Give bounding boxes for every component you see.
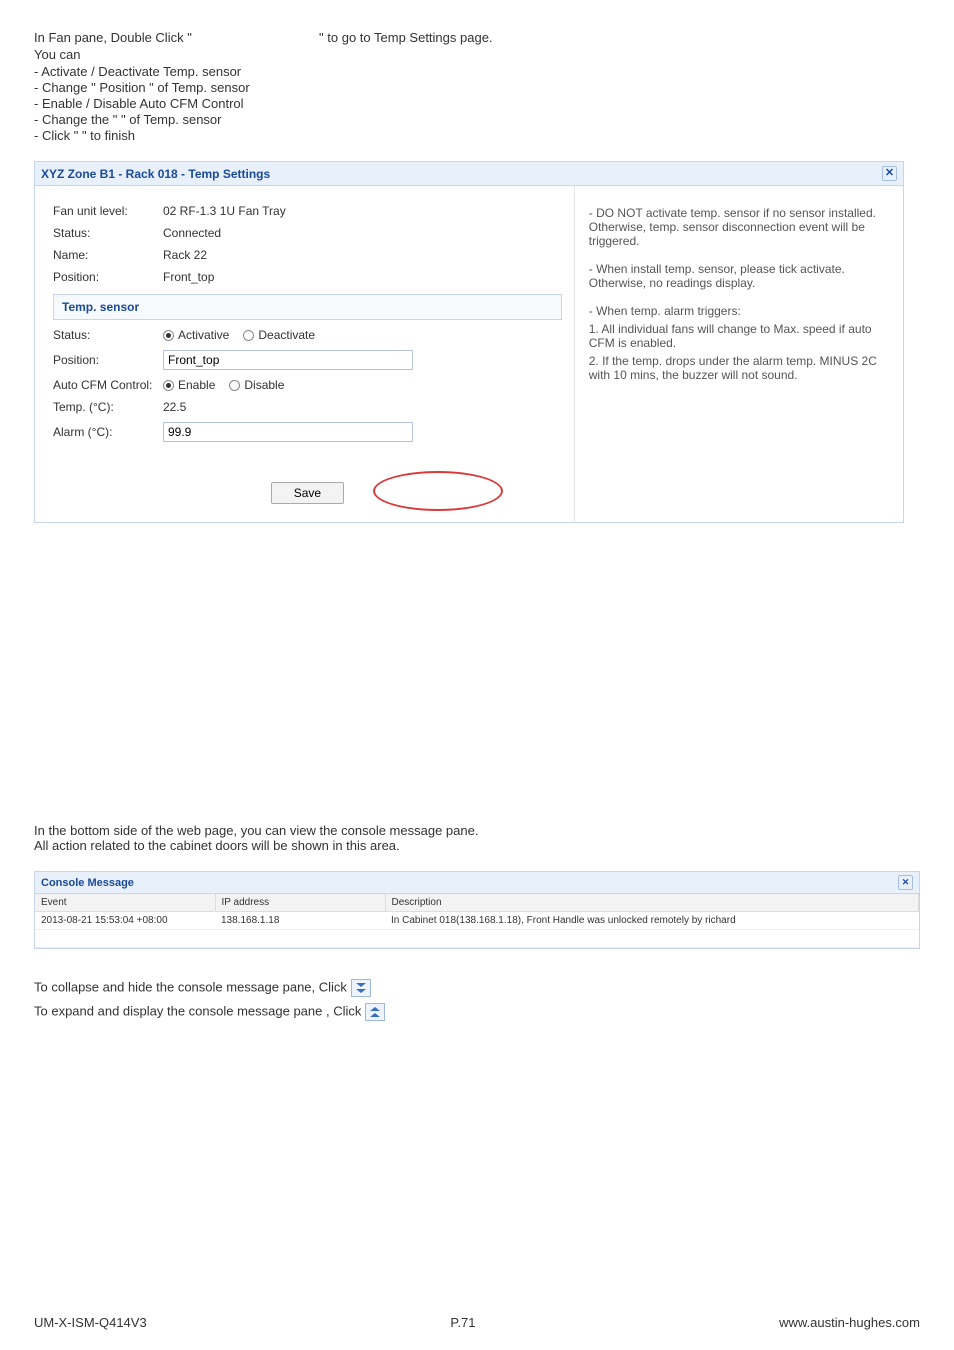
console-intro: In the bottom side of the web page, you …: [34, 823, 920, 853]
col-ip: IP address: [215, 894, 385, 912]
footer-left: UM-X-ISM-Q414V3: [34, 1315, 147, 1330]
bullet-item: - Activate / Deactivate Temp. sensor: [34, 64, 920, 79]
sensor-status-row: Status: Activative Deactivate: [53, 328, 562, 342]
page-footer: UM-X-ISM-Q414V3 P.71 www.austin-hughes.c…: [34, 1315, 920, 1330]
save-button[interactable]: Save: [271, 482, 344, 504]
radio-label: Deactivate: [258, 328, 315, 342]
bullet-item: - Enable / Disable Auto CFM Control: [34, 96, 920, 111]
radio-disable[interactable]: Disable: [229, 378, 284, 392]
cell-ip: 138.168.1.18: [215, 912, 385, 930]
console-title-text: Console Message: [41, 877, 134, 889]
field-status: Status: Connected: [53, 226, 562, 240]
alarm-row: Alarm (°C):: [53, 422, 562, 442]
temp-settings-dialog: XYZ Zone B1 - Rack 018 - Temp Settings ✕…: [34, 161, 904, 523]
expand-instruction: To expand and display the console messag…: [34, 1003, 920, 1021]
field-value: Front_top: [163, 270, 562, 284]
tempc-row: Temp. (°C): 22.5: [53, 400, 562, 414]
dialog-titlebar: XYZ Zone B1 - Rack 018 - Temp Settings ✕: [35, 162, 903, 186]
body-text: To collapse and hide the console message…: [34, 979, 351, 994]
note-text: 2. If the temp. drops under the alarm te…: [589, 354, 889, 382]
tempc-value: 22.5: [163, 400, 562, 414]
field-value: Rack 22: [163, 248, 562, 262]
sensor-position-input[interactable]: [163, 350, 413, 370]
cell-event: 2013-08-21 15:53:04 +08:00: [35, 912, 215, 930]
field-position: Position: Front_top: [53, 270, 562, 284]
body-text: To expand and display the console messag…: [34, 1003, 365, 1018]
note-text: - When install temp. sensor, please tick…: [589, 262, 889, 290]
radio-label: Activative: [178, 328, 229, 342]
col-event: Event: [35, 894, 215, 912]
field-label: Status:: [53, 226, 163, 240]
radio-deactivate[interactable]: Deactivate: [243, 328, 315, 342]
radio-enable[interactable]: Enable: [163, 378, 215, 392]
field-name: Name: Rack 22: [53, 248, 562, 262]
radio-label: Enable: [178, 378, 215, 392]
field-label: Status:: [53, 328, 163, 342]
note-text: - When temp. alarm triggers:: [589, 304, 889, 318]
alarm-input[interactable]: [163, 422, 413, 442]
close-icon[interactable]: ✕: [882, 166, 897, 181]
intro-line-2: You can: [34, 47, 920, 62]
col-desc: Description: [385, 894, 919, 912]
intro-prefix: In Fan pane, Double Click ": [34, 30, 195, 45]
dialog-title-text: XYZ Zone B1 - Rack 018 - Temp Settings: [41, 167, 270, 181]
cell-desc: In Cabinet 018(138.168.1.18), Front Hand…: [385, 912, 919, 930]
field-label: Fan unit level:: [53, 204, 163, 218]
field-label: Name:: [53, 248, 163, 262]
field-fan-unit-level: Fan unit level: 02 RF-1.3 1U Fan Tray: [53, 204, 562, 218]
field-value: 02 RF-1.3 1U Fan Tray: [163, 204, 562, 218]
table-row: 2013-08-21 15:53:04 +08:00 138.168.1.18 …: [35, 912, 919, 930]
footer-right: www.austin-hughes.com: [779, 1315, 920, 1330]
footer-center: P.71: [450, 1315, 475, 1330]
field-label: Alarm (°C):: [53, 425, 163, 439]
field-value: Connected: [163, 226, 562, 240]
bullet-list: - Activate / Deactivate Temp. sensor - C…: [34, 64, 920, 143]
bullet-item: - Click " " to finish: [34, 128, 920, 143]
console-titlebar: Console Message ✕: [35, 872, 919, 894]
sensor-position-row: Position:: [53, 350, 562, 370]
chevron-up-icon[interactable]: [365, 1003, 385, 1021]
console-table: Event IP address Description 2013-08-21 …: [35, 894, 919, 948]
field-label: Auto CFM Control:: [53, 378, 163, 392]
radio-icon: [163, 330, 174, 341]
highlight-oval: [373, 471, 503, 511]
radio-activate[interactable]: Activative: [163, 328, 229, 342]
intro-suffix: " to go to Temp Settings page.: [319, 30, 493, 45]
dialog-notes: - DO NOT activate temp. sensor if no sen…: [574, 186, 903, 522]
note-text: - DO NOT activate temp. sensor if no sen…: [589, 206, 889, 248]
collapse-icon[interactable]: ✕: [898, 875, 913, 890]
console-message-panel: Console Message ✕ Event IP address Descr…: [34, 871, 920, 949]
collapse-instruction: To collapse and hide the console message…: [34, 979, 920, 997]
field-label: Position:: [53, 353, 163, 367]
body-text: In the bottom side of the web page, you …: [34, 823, 920, 838]
bullet-item: - Change " Position " of Temp. sensor: [34, 80, 920, 95]
table-row: [35, 930, 919, 948]
radio-label: Disable: [244, 378, 284, 392]
body-text: All action related to the cabinet doors …: [34, 838, 920, 853]
field-label: Temp. (°C):: [53, 400, 163, 414]
intro-line-1: In Fan pane, Double Click " " to go to T…: [34, 30, 920, 45]
field-label: Position:: [53, 270, 163, 284]
radio-icon: [229, 380, 240, 391]
radio-icon: [163, 380, 174, 391]
chevron-down-icon[interactable]: [351, 979, 371, 997]
radio-icon: [243, 330, 254, 341]
bullet-item: - Change the " " of Temp. sensor: [34, 112, 920, 127]
note-text: 1. All individual fans will change to Ma…: [589, 322, 889, 350]
temp-sensor-header: Temp. sensor: [53, 294, 562, 320]
autocfm-row: Auto CFM Control: Enable Disable: [53, 378, 562, 392]
